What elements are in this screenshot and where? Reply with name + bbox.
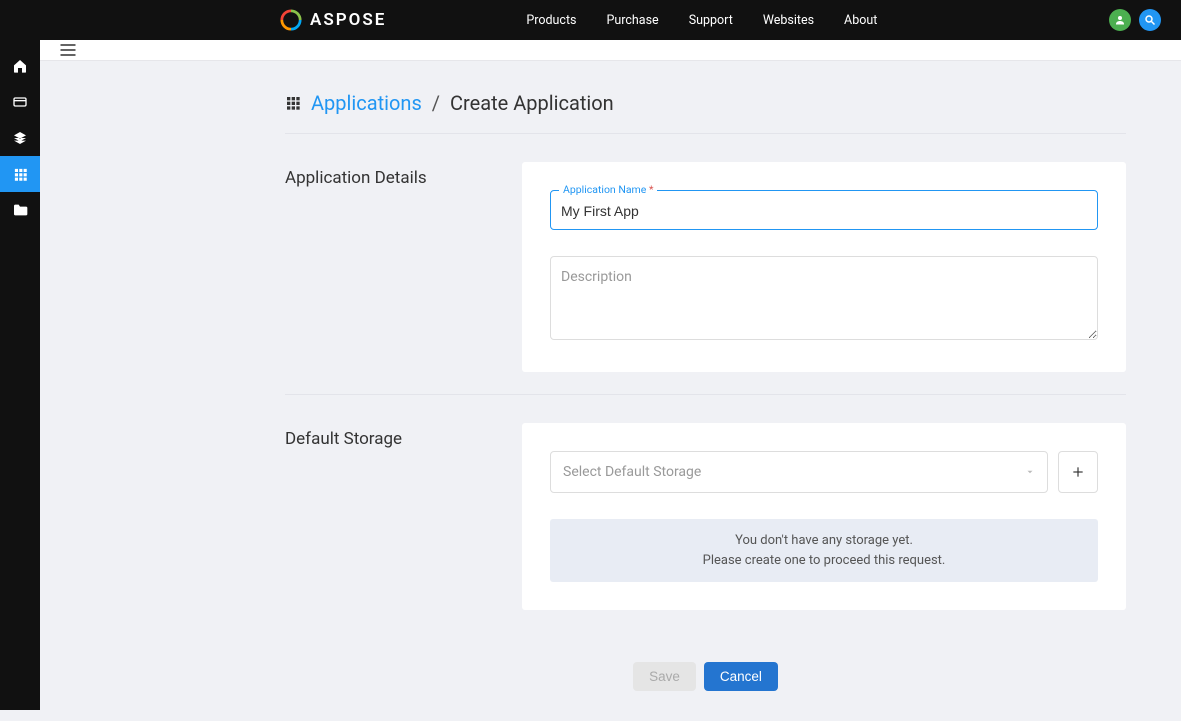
sidebar-item-billing[interactable] xyxy=(0,84,40,120)
home-icon xyxy=(12,58,28,74)
section-title-details: Application Details xyxy=(285,162,522,372)
breadcrumb-applications-link[interactable]: Applications xyxy=(311,91,422,115)
top-header: ASPOSE Products Purchase Support Website… xyxy=(0,0,1181,40)
no-storage-line1: You don't have any storage yet. xyxy=(562,531,1086,551)
brand-name: ASPOSE xyxy=(310,10,386,30)
menu-toggle-button[interactable] xyxy=(58,40,78,60)
search-icon xyxy=(1144,14,1156,26)
breadcrumb: Applications / Create Application xyxy=(285,91,1126,134)
aspose-logo-icon xyxy=(280,9,302,31)
application-name-field-wrap: Application Name * xyxy=(550,190,1098,230)
default-storage-select[interactable]: Select Default Storage xyxy=(550,451,1048,493)
default-storage-placeholder: Select Default Storage xyxy=(563,464,701,480)
save-button[interactable]: Save xyxy=(633,662,696,691)
user-account-button[interactable] xyxy=(1109,9,1131,31)
application-name-input[interactable] xyxy=(550,190,1098,230)
nav-websites[interactable]: Websites xyxy=(763,13,814,28)
application-name-label: Application Name * xyxy=(559,183,657,196)
plus-icon xyxy=(1071,465,1085,479)
nav-support[interactable]: Support xyxy=(689,13,733,28)
breadcrumb-current: Create Application xyxy=(450,91,614,115)
content-area: Applications / Create Application Applic… xyxy=(40,40,1181,710)
search-button[interactable] xyxy=(1139,9,1161,31)
nav-purchase[interactable]: Purchase xyxy=(606,13,658,28)
chevron-down-icon xyxy=(1025,467,1035,477)
section-application-details: Application Details Application Name * xyxy=(285,134,1126,394)
hamburger-icon xyxy=(58,40,78,60)
nav-products[interactable]: Products xyxy=(526,13,576,28)
sidebar xyxy=(0,40,40,710)
storage-select-row: Select Default Storage xyxy=(550,451,1098,493)
header-right xyxy=(1109,9,1161,31)
nav-about[interactable]: About xyxy=(844,13,877,28)
credit-card-icon xyxy=(12,94,28,110)
no-storage-info: You don't have any storage yet. Please c… xyxy=(550,519,1098,582)
no-storage-line2: Please create one to proceed this reques… xyxy=(562,551,1086,571)
content-topbar xyxy=(40,40,1181,61)
details-card: Application Name * xyxy=(522,162,1126,372)
apps-grid-icon xyxy=(13,167,28,182)
user-icon xyxy=(1114,14,1126,26)
add-storage-button[interactable] xyxy=(1058,451,1098,493)
brand-logo[interactable]: ASPOSE xyxy=(280,9,386,31)
breadcrumb-separator: / xyxy=(432,91,440,115)
storage-card: Select Default Storage You don't have an… xyxy=(522,423,1126,610)
sidebar-item-home[interactable] xyxy=(0,48,40,84)
application-name-label-text: Application Name xyxy=(563,183,646,196)
required-asterisk: * xyxy=(649,183,654,196)
section-default-storage: Default Storage Select Default Storage Y… xyxy=(285,395,1126,632)
section-title-storage: Default Storage xyxy=(285,423,522,610)
layers-icon xyxy=(12,130,28,146)
sidebar-item-files[interactable] xyxy=(0,192,40,228)
folder-icon xyxy=(12,202,28,218)
sidebar-item-storage[interactable] xyxy=(0,120,40,156)
description-textarea[interactable] xyxy=(550,256,1098,340)
sidebar-item-applications[interactable] xyxy=(0,156,40,192)
top-nav: Products Purchase Support Websites About xyxy=(526,13,877,28)
apps-grid-icon xyxy=(285,95,301,111)
action-buttons: Save Cancel xyxy=(285,632,1126,721)
cancel-button[interactable]: Cancel xyxy=(704,662,778,691)
